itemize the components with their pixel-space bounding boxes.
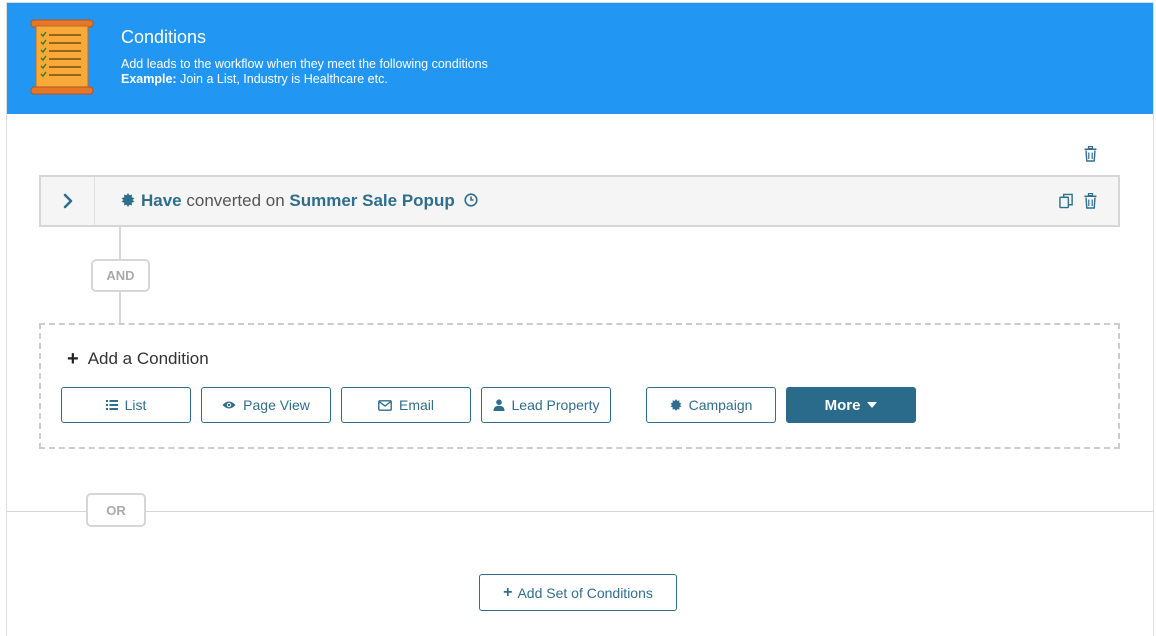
plus-icon: + — [67, 348, 79, 370]
workflow-conditions-panel: Conditions Add leads to the workflow whe… — [6, 2, 1154, 636]
plus-icon: + — [503, 583, 513, 601]
example-text: Join a List, Industry is Healthcare etc. — [176, 72, 388, 86]
or-divider-line — [7, 511, 1153, 512]
caret-down-icon — [867, 402, 878, 408]
connector-line — [119, 227, 121, 261]
badge-icon — [670, 399, 682, 411]
chevron-right-icon — [63, 193, 72, 209]
example-label: Example: — [121, 72, 177, 86]
condition-verb: Have — [141, 191, 182, 210]
expand-condition-button[interactable] — [41, 177, 95, 225]
header-title: Conditions — [121, 27, 207, 47]
condition-summary: Have converted on Summer Sale Popup — [121, 191, 479, 211]
or-connector: OR — [86, 493, 146, 527]
header-example: Example: Join a List, Industry is Health… — [121, 72, 388, 86]
lead-property-condition-button[interactable]: Lead Property — [481, 387, 611, 423]
condition-row: Have converted on Summer Sale Popup — [39, 175, 1120, 227]
campaign-condition-button[interactable]: Campaign — [646, 387, 776, 423]
duplicate-condition-button[interactable] — [1056, 191, 1076, 211]
clock-icon[interactable] — [464, 193, 479, 207]
page-view-condition-button[interactable]: Page View — [201, 387, 331, 423]
user-icon — [493, 399, 505, 411]
conditions-header: Conditions Add leads to the workflow whe… — [7, 3, 1153, 114]
header-description: Add leads to the workflow when they meet… — [121, 57, 488, 71]
copy-icon — [1058, 193, 1073, 209]
badge-icon — [121, 193, 135, 207]
list-condition-button[interactable]: List — [61, 387, 191, 423]
trash-icon — [1084, 146, 1096, 162]
add-condition-label: Add a Condition — [87, 349, 209, 368]
more-conditions-dropdown[interactable]: More — [786, 387, 916, 423]
condition-target[interactable]: Summer Sale Popup — [289, 191, 454, 210]
add-condition-title: + Add a Condition — [67, 349, 209, 369]
trash-icon — [1084, 193, 1096, 209]
delete-condition-button[interactable] — [1080, 191, 1100, 211]
add-set-of-conditions-button[interactable]: + Add Set of Conditions — [479, 574, 677, 611]
and-connector: AND — [91, 259, 150, 292]
eye-icon — [222, 401, 236, 409]
delete-set-button[interactable] — [1080, 144, 1100, 164]
scroll-checklist-icon — [30, 19, 94, 95]
envelope-icon — [378, 399, 392, 411]
list-icon — [105, 400, 118, 410]
connector-line — [119, 292, 121, 323]
add-set-label: Add Set of Conditions — [517, 584, 653, 601]
email-condition-button[interactable]: Email — [341, 387, 471, 423]
add-condition-box: + Add a Condition List Page View Email L… — [39, 323, 1120, 449]
condition-action: converted on — [181, 191, 290, 210]
